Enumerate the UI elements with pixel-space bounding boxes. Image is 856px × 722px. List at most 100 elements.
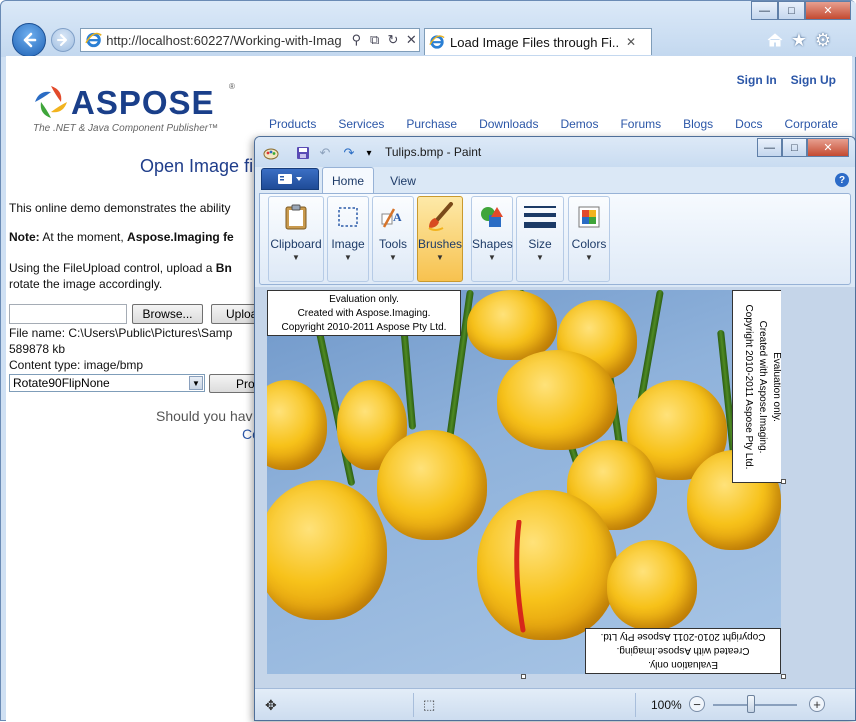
nav-products[interactable]: Products xyxy=(269,117,316,131)
paint-close-button[interactable]: ✕ xyxy=(807,138,849,157)
paint-maximize-button[interactable]: □ xyxy=(782,138,807,157)
resize-handle-corner[interactable] xyxy=(781,674,786,679)
paint-minimize-button[interactable]: — xyxy=(757,138,782,157)
star-icon[interactable]: ★ xyxy=(789,30,809,50)
nav-corporate[interactable]: Corporate xyxy=(785,117,838,131)
ribbon-group-tools[interactable]: A Tools ▼ xyxy=(372,196,414,282)
ribbon-tabs: Home View ? xyxy=(255,167,855,193)
intro-text: This online demo demonstrates the abilit… xyxy=(9,201,231,215)
resize-handle-right[interactable] xyxy=(781,479,786,484)
ribbon-group-image[interactable]: Image ▼ xyxy=(327,196,369,282)
ribbon-group-label: Shapes xyxy=(472,237,513,251)
rotate-type-select[interactable]: Rotate90FlipNone ▼ xyxy=(9,374,205,392)
account-links: Sign In Sign Up xyxy=(737,73,836,87)
clipboard-icon xyxy=(280,201,312,233)
ribbon-group-label: Image xyxy=(331,237,365,251)
back-arrow-icon xyxy=(23,32,37,48)
minimize-button[interactable]: — xyxy=(751,1,778,20)
ribbon-group-size[interactable]: Size ▼ xyxy=(516,196,564,282)
paint-status-bar: ✥ ⬚ 100% − + xyxy=(255,688,855,720)
tab-home[interactable]: Home xyxy=(322,167,374,193)
ribbon-group-shapes[interactable]: Shapes ▼ xyxy=(471,196,513,282)
save-icon[interactable] xyxy=(295,145,311,161)
tab-view[interactable]: View xyxy=(381,171,425,191)
watermark-top-left: Evaluation only. Created with Aspose.Ima… xyxy=(267,290,461,336)
upload-text: Using the FileUpload control, upload a xyxy=(9,261,216,275)
compatibility-view-icon[interactable]: ⧉ xyxy=(367,32,382,48)
maximize-button[interactable]: □ xyxy=(778,1,805,20)
forward-arrow-icon xyxy=(57,34,67,46)
aspose-swirl-icon xyxy=(35,86,67,118)
logo-text: ASPOSE xyxy=(71,84,215,121)
refresh-icon[interactable]: ↻ xyxy=(385,32,400,48)
close-button[interactable]: ✕ xyxy=(805,1,851,20)
ribbon-group-clipboard[interactable]: Clipboard ▼ xyxy=(268,196,324,282)
sign-up-link[interactable]: Sign Up xyxy=(791,73,836,87)
help-icon[interactable]: ? xyxy=(835,173,849,187)
stop-icon[interactable]: ✕ xyxy=(404,32,419,48)
paint-menu-icon xyxy=(278,174,302,184)
gear-icon[interactable]: ⚙ xyxy=(813,30,833,50)
contact-prompt-text: Should you hav xyxy=(156,408,253,424)
watermark-bottom-right-upside-down: Evaluation only. Created with Aspose.Ima… xyxy=(585,628,781,674)
note-text: At the moment, xyxy=(39,230,128,244)
undo-icon[interactable]: ↶ xyxy=(317,145,333,161)
nav-blogs[interactable]: Blogs xyxy=(683,117,713,131)
paint-app-icon[interactable] xyxy=(263,145,279,161)
chevron-down-icon: ▼ xyxy=(585,253,593,262)
note-bold-text: Aspose.Imaging fe xyxy=(127,230,234,244)
nav-docs[interactable]: Docs xyxy=(735,117,762,131)
ribbon-group-brushes[interactable]: Brushes ▼ xyxy=(417,196,463,282)
nav-purchase[interactable]: Purchase xyxy=(406,117,457,131)
watermark-line: Evaluation only. xyxy=(771,352,781,422)
zoom-slider-thumb[interactable] xyxy=(746,695,755,713)
chevron-down-icon: ▼ xyxy=(436,253,444,262)
address-bar[interactable]: http://localhost:60227/Working-with-Imag… xyxy=(80,28,420,52)
back-button[interactable] xyxy=(12,23,46,57)
quick-access-dropdown-icon[interactable]: ▾ xyxy=(361,145,377,161)
watermark-line: Evaluation only. xyxy=(329,294,399,305)
note-label: Note: xyxy=(9,230,40,244)
paint-canvas-area[interactable]: Evaluation only. Created with Aspose.Ima… xyxy=(255,287,855,688)
tools-icon: A xyxy=(377,201,409,233)
image-canvas[interactable]: Evaluation only. Created with Aspose.Ima… xyxy=(267,290,781,674)
nav-demos[interactable]: Demos xyxy=(560,117,598,131)
sign-in-link[interactable]: Sign In xyxy=(737,73,777,87)
chevron-down-icon: ▼ xyxy=(488,253,496,262)
watermark-line: Created with Aspose.Imaging. xyxy=(297,308,431,319)
nav-downloads[interactable]: Downloads xyxy=(479,117,538,131)
ribbon: Clipboard ▼ Image ▼ A Tools ▼ Brushes ▼ xyxy=(259,193,851,285)
browser-tab-active[interactable]: Load Image Files through Fi... ✕ xyxy=(424,28,652,55)
tulip xyxy=(467,290,557,360)
paint-window-title: Tulips.bmp - Paint xyxy=(385,145,482,159)
zoom-level: 100% xyxy=(651,698,682,712)
nav-services[interactable]: Services xyxy=(338,117,384,131)
status-divider xyxy=(635,693,636,717)
chevron-down-icon[interactable]: ▼ xyxy=(189,376,203,390)
tulip xyxy=(497,350,617,450)
browse-button[interactable]: Browse... xyxy=(132,304,203,324)
resize-handle-bottom[interactable] xyxy=(521,674,526,679)
redo-icon[interactable]: ↷ xyxy=(341,145,357,161)
file-upload-input[interactable] xyxy=(9,304,127,324)
logo-registered-mark: ® xyxy=(229,82,235,91)
status-divider xyxy=(413,693,414,717)
paint-window: ↶ ↷ ▾ Tulips.bmp - Paint — □ ✕ Home View… xyxy=(254,136,856,721)
search-icon[interactable]: ⚲ xyxy=(349,32,364,48)
chevron-down-icon: ▼ xyxy=(389,253,397,262)
home-icon[interactable] xyxy=(765,30,785,50)
note-line: Note: At the moment, Aspose.Imaging fe xyxy=(9,230,234,244)
nav-forums[interactable]: Forums xyxy=(620,117,661,131)
ribbon-group-colors[interactable]: Colors ▼ xyxy=(568,196,610,282)
svg-text:A: A xyxy=(393,210,402,224)
watermark-right-rotated: Evaluation only. Created with Aspose.Ima… xyxy=(732,290,781,483)
zoom-slider-track[interactable] xyxy=(713,704,797,706)
zoom-in-button[interactable]: + xyxy=(809,696,825,712)
upload-instructions-line2: rotate the image accordingly. xyxy=(9,277,163,291)
tab-close-icon[interactable]: ✕ xyxy=(626,35,636,49)
forward-button[interactable] xyxy=(51,28,75,52)
address-text: http://localhost:60227/Working-with-Imag xyxy=(106,32,342,48)
zoom-out-button[interactable]: − xyxy=(689,696,705,712)
aspose-logo[interactable]: ASPOSE ® The .NET & Java Component Publi… xyxy=(31,78,241,138)
paint-menu-button[interactable] xyxy=(261,168,319,190)
